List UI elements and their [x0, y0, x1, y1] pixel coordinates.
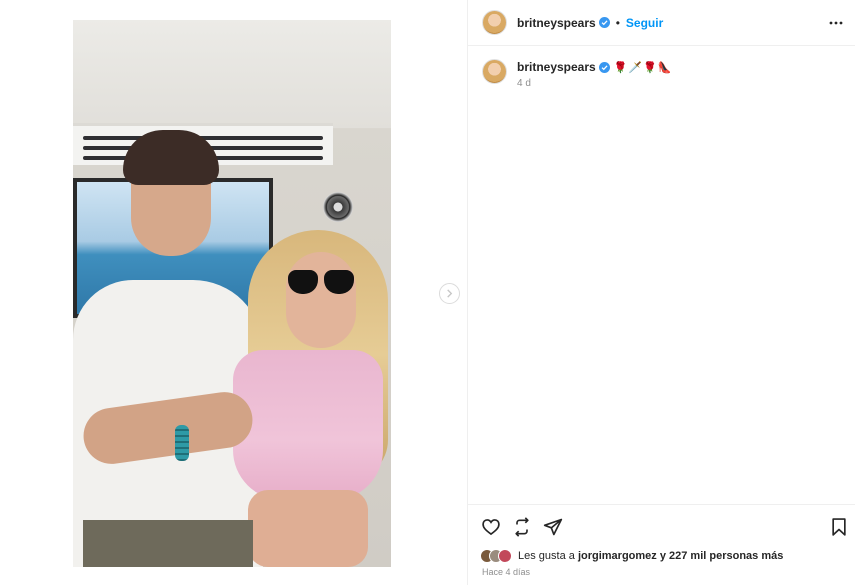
header-separator: • [615, 15, 620, 30]
posted-time[interactable]: Hace 4 días [482, 567, 530, 577]
send-icon[interactable] [543, 517, 563, 537]
chevron-right-icon [447, 289, 453, 298]
likes-text[interactable]: Les gusta a jorgimargomez y 227 mil pers… [518, 550, 783, 562]
caption-line: britneyspears 🌹🗡️🌹👠 [517, 59, 673, 75]
caption-text: 🌹🗡️🌹👠 [613, 60, 673, 74]
caption-avatar[interactable] [482, 59, 507, 84]
caption-time[interactable]: 4 d [517, 78, 673, 89]
post-modal: britneyspears • Seguir britneyspears 🌹🗡️… [0, 0, 855, 585]
header-username[interactable]: britneyspears [517, 16, 596, 30]
verified-badge-icon [598, 17, 610, 28]
follow-button[interactable]: Seguir [626, 16, 663, 30]
repost-icon[interactable] [512, 517, 532, 537]
photo-woman-belly [248, 490, 368, 567]
photo-woman-top [233, 350, 383, 500]
post-photo[interactable] [73, 20, 391, 567]
photo-speaker [323, 192, 353, 222]
photo-man-pants [83, 520, 253, 567]
likes-prefix: Les gusta a [518, 550, 578, 562]
photo-sunglasses [288, 270, 354, 296]
likes-count[interactable]: y 227 mil personas más [657, 550, 784, 562]
photo-ceiling [73, 20, 391, 128]
post-header: britneyspears • Seguir [468, 0, 855, 46]
likes-user[interactable]: jorgimargomez [578, 550, 657, 562]
likes-summary: Les gusta a jorgimargomez y 227 mil pers… [480, 549, 783, 563]
post-side-panel: britneyspears • Seguir britneyspears 🌹🗡️… [467, 0, 855, 585]
caption-username[interactable]: britneyspears [517, 60, 596, 74]
avatar[interactable] [482, 10, 507, 35]
caption-body: britneyspears 🌹🗡️🌹👠 4 d [517, 59, 673, 89]
liker-avatar[interactable] [498, 549, 512, 563]
photo-woman-face [286, 252, 356, 348]
action-bar: Les gusta a jorgimargomez y 227 mil pers… [468, 504, 855, 585]
bookmark-icon[interactable] [829, 517, 849, 537]
photo-bracelet [175, 425, 189, 461]
media-pane [0, 0, 467, 585]
heart-icon[interactable] [481, 517, 501, 537]
verified-badge-icon [598, 61, 610, 73]
more-options-icon[interactable] [829, 16, 843, 30]
caption: britneyspears 🌹🗡️🌹👠 4 d [468, 46, 855, 89]
next-slide-button[interactable] [439, 283, 460, 304]
